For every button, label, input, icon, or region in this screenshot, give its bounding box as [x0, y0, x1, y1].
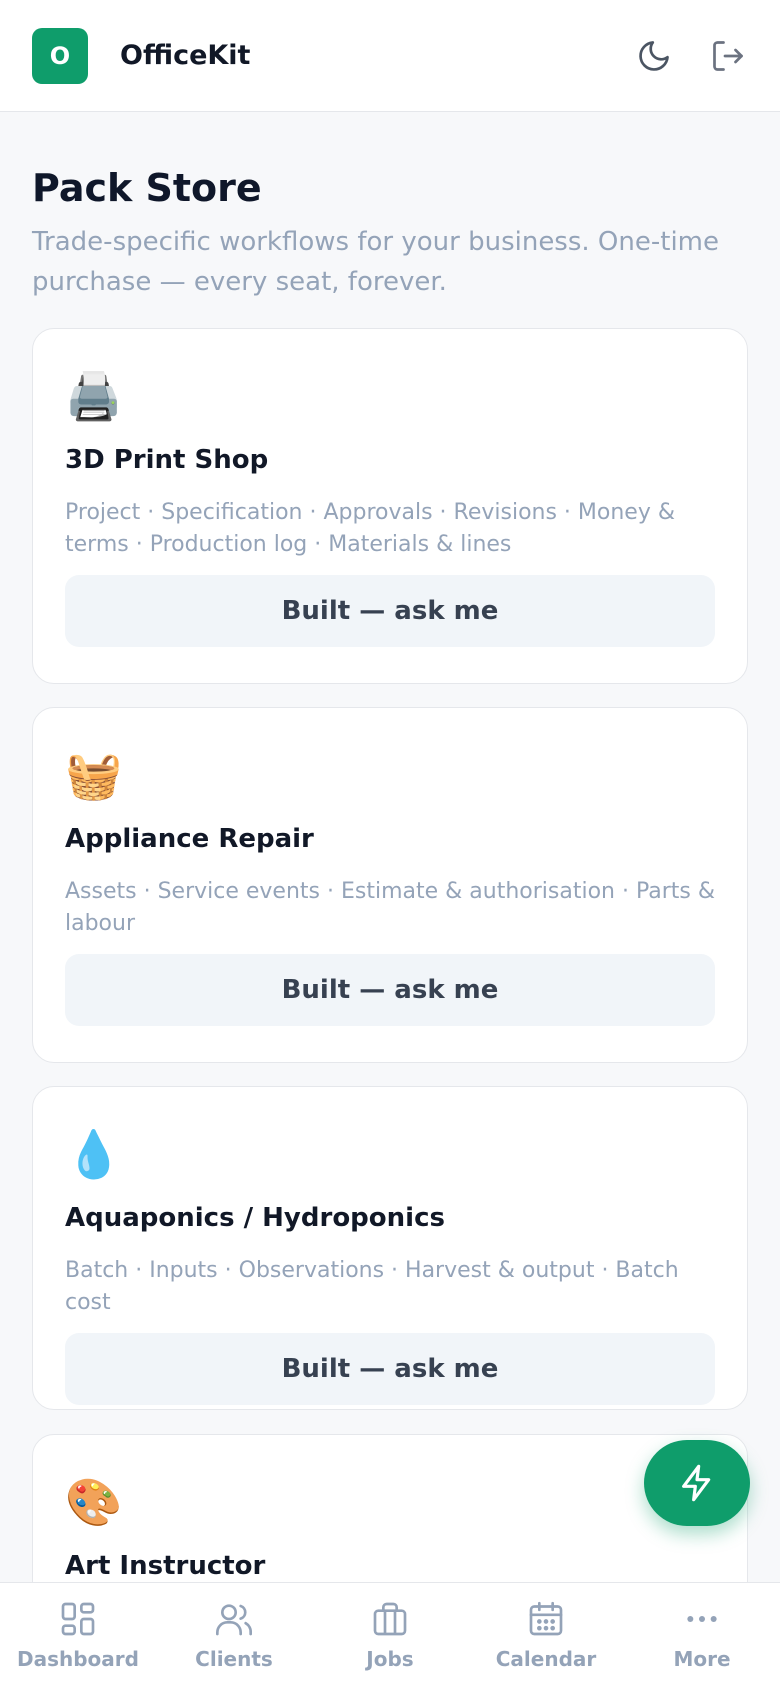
pack-card: 💧 Aquaponics / Hydroponics Batch · Input… [32, 1086, 748, 1410]
top-bar: O OfficeKit [0, 0, 780, 112]
nav-item-calendar[interactable]: Calendar [468, 1583, 624, 1688]
logout-icon [713, 40, 743, 71]
nav-label: Calendar [495, 1647, 597, 1671]
nav-item-clients[interactable]: Clients [156, 1583, 312, 1688]
lightning-icon [682, 1464, 711, 1502]
pack-action-button[interactable]: Built — ask me [65, 1333, 715, 1405]
moon-icon [639, 40, 669, 71]
pack-action-button[interactable]: Built — ask me [65, 575, 715, 647]
logo-letter: O [49, 41, 71, 70]
app-title: OfficeKit [120, 40, 251, 71]
pack-description: Batch · Inputs · Observations · Harvest … [65, 1258, 679, 1315]
nav-item-jobs[interactable]: Jobs [312, 1583, 468, 1688]
quick-action-button[interactable] [644, 1440, 750, 1526]
more-icon [687, 1616, 717, 1622]
nav-item-more[interactable]: More [624, 1583, 780, 1688]
dashboard-icon [61, 1602, 95, 1636]
nav-item-dashboard[interactable]: Dashboard [0, 1583, 156, 1688]
app-root: O OfficeKit Pack Store Trade-specific wo… [0, 0, 780, 1688]
pack-card: 🧺 Appliance Repair Assets · Service even… [32, 707, 748, 1063]
briefcase-icon [373, 1602, 407, 1636]
theme-toggle-button[interactable] [634, 36, 674, 76]
nav-label: Dashboard [17, 1647, 139, 1671]
users-icon [216, 1604, 253, 1636]
header-actions [634, 36, 748, 76]
pack-basket-icon: 🧺 [65, 748, 123, 802]
pack-title: Aquaponics / Hydroponics [65, 1203, 445, 1233]
pack-palette-icon: 🎨 [65, 1475, 123, 1529]
pack-title: Appliance Repair [65, 824, 314, 854]
nav-label: Jobs [366, 1647, 414, 1671]
bottom-nav: Dashboard Clients Jobs Calendar More [0, 1582, 780, 1688]
pack-action-button[interactable]: Built — ask me [65, 954, 715, 1026]
pack-droplet-icon: 💧 [65, 1127, 123, 1181]
pack-title: 3D Print Shop [65, 445, 269, 475]
calendar-icon [529, 1601, 563, 1636]
pack-store-content: Pack Store Trade-specific workflows for … [32, 112, 748, 1688]
pack-description: Assets · Service events · Estimate & aut… [65, 879, 716, 936]
page-title: Pack Store [32, 166, 262, 210]
app-logo[interactable]: O [32, 27, 88, 84]
nav-label: Clients [195, 1647, 273, 1671]
page-subtitle: Trade-specific workflows for your busine… [32, 226, 719, 297]
pack-card: 🖨️ 3D Print Shop Project · Specification… [32, 328, 748, 684]
logout-button[interactable] [708, 36, 748, 76]
pack-title: Art Instructor [65, 1551, 266, 1581]
pack-printer-icon: 🖨️ [65, 369, 123, 423]
pack-description: Project · Specification · Approvals · Re… [65, 500, 676, 557]
nav-label: More [673, 1647, 731, 1671]
